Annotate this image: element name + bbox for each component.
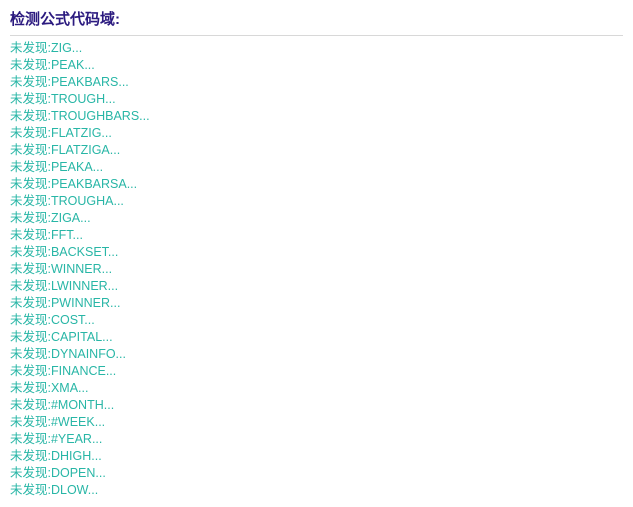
list-item: 未发现:PEAKBARSA...: [10, 176, 623, 193]
list-item: 未发现:PEAKBARS...: [10, 74, 623, 91]
list-item: 未发现:#MONTH...: [10, 397, 623, 414]
section-header: 检测公式代码域:: [10, 8, 623, 36]
list-item: 未发现:PWINNER...: [10, 295, 623, 312]
list-item: 未发现:WINNER...: [10, 261, 623, 278]
list-item: 未发现:TROUGHA...: [10, 193, 623, 210]
list-item: 未发现:#YEAR...: [10, 431, 623, 448]
list-item: 未发现:TROUGHBARS...: [10, 108, 623, 125]
list-item: 未发现:PEAK...: [10, 57, 623, 74]
list-item: 未发现:ZIGA...: [10, 210, 623, 227]
list-item: 未发现:ZIG...: [10, 40, 623, 57]
list-item: 未发现:DHIGH...: [10, 448, 623, 465]
list-item: 未发现:DYNAINFO...: [10, 346, 623, 363]
list-item: 未发现:FINANCE...: [10, 363, 623, 380]
list-item: 未发现:FLATZIG...: [10, 125, 623, 142]
list-item: 未发现:PEAKA...: [10, 159, 623, 176]
list-item: 未发现:CAPITAL...: [10, 329, 623, 346]
list-item: 未发现:FLATZIGA...: [10, 142, 623, 159]
list-item: 未发现:FFT...: [10, 227, 623, 244]
list-item: 未发现:DLOW...: [10, 482, 623, 499]
list-item: 未发现:COST...: [10, 312, 623, 329]
list-item: 未发现:BACKSET...: [10, 244, 623, 261]
list-item: 未发现:TROUGH...: [10, 91, 623, 108]
list-item: 未发现:LWINNER...: [10, 278, 623, 295]
list-item: 未发现:DOPEN...: [10, 465, 623, 482]
list-item: 未发现:XMA...: [10, 380, 623, 397]
detection-list: 未发现:ZIG...未发现:PEAK...未发现:PEAKBARS...未发现:…: [10, 40, 623, 499]
list-item: 未发现:#WEEK...: [10, 414, 623, 431]
